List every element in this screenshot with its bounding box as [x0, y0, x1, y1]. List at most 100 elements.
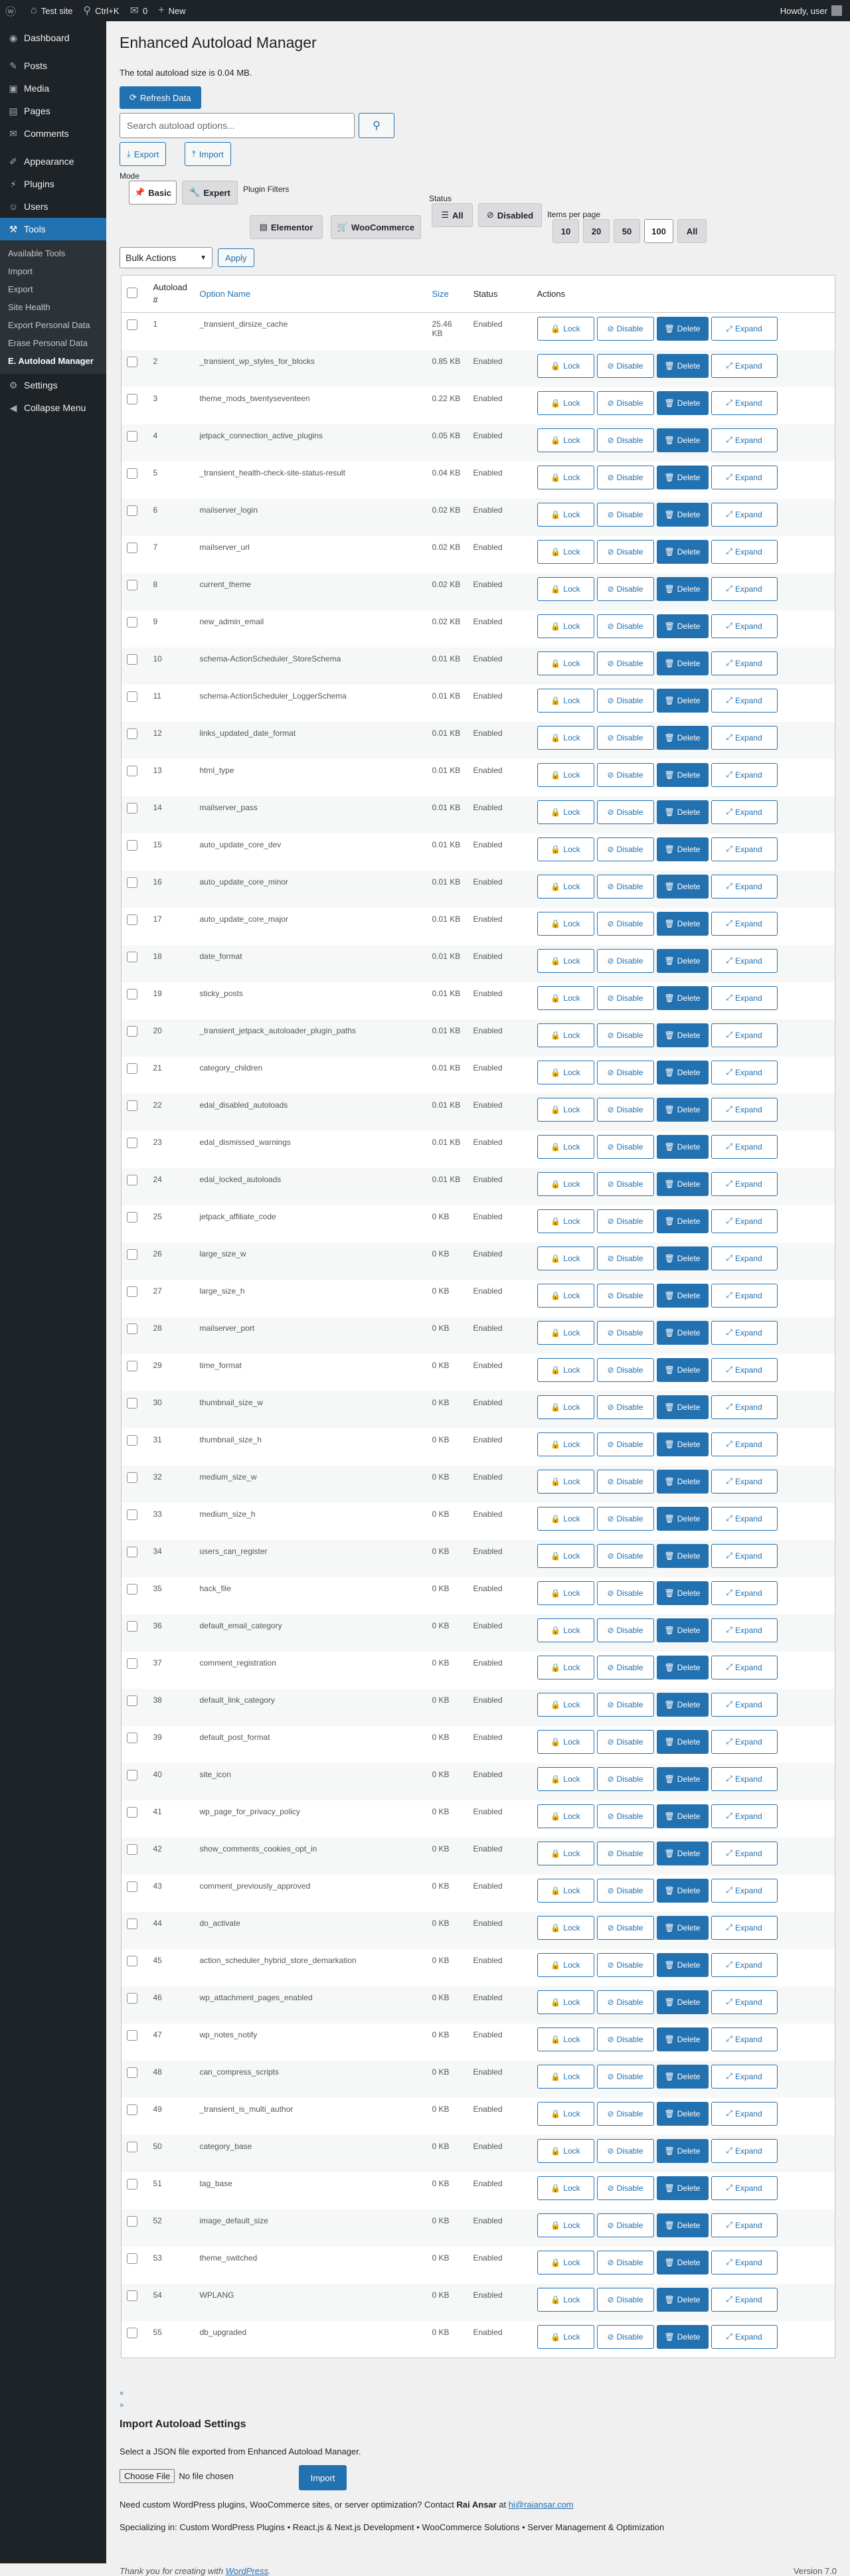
disable-button[interactable]: ⊘ Disable [596, 428, 654, 452]
expand-button[interactable]: ⤢ Expand [711, 651, 778, 675]
delete-button[interactable]: 🗑 Delete [656, 2250, 709, 2275]
disable-button[interactable]: ⊘ Disable [596, 1171, 654, 1196]
row-checkbox[interactable] [127, 1992, 137, 2004]
disable-button[interactable]: ⊘ Disable [596, 986, 654, 1010]
expand-button[interactable]: ⤢ Expand [711, 1023, 778, 1047]
expand-button[interactable]: ⤢ Expand [711, 1841, 778, 1865]
disable-button[interactable]: ⊘ Disable [596, 725, 654, 750]
expand-button[interactable]: ⤢ Expand [711, 1432, 778, 1456]
disable-button[interactable]: ⊘ Disable [596, 1729, 654, 1754]
lock-button[interactable]: 🔒 Lock [537, 390, 594, 415]
expand-button[interactable]: ⤢ Expand [711, 1060, 778, 1084]
row-checkbox[interactable] [127, 802, 137, 814]
delete-button[interactable]: 🗑 Delete [656, 390, 709, 415]
pagination-prev[interactable]: « [120, 2389, 124, 2397]
delete-button[interactable]: 🗑 Delete [656, 986, 709, 1010]
row-checkbox[interactable] [127, 1955, 137, 1966]
expand-button[interactable]: ⤢ Expand [711, 1952, 778, 1977]
row-checkbox[interactable] [127, 1063, 137, 1074]
expand-button[interactable]: ⤢ Expand [711, 1097, 778, 1122]
lock-button[interactable]: 🔒 Lock [537, 2027, 594, 2051]
sidebar-item-settings[interactable]: ⚙ Settings [0, 374, 106, 396]
row-checkbox[interactable] [127, 2029, 137, 2041]
delete-button[interactable]: 🗑 Delete [656, 1692, 709, 1717]
wordpress-link[interactable]: WordPress [226, 2566, 268, 2576]
delete-button[interactable]: 🗑 Delete [656, 2064, 709, 2089]
row-checkbox[interactable] [127, 1658, 137, 1669]
expand-button[interactable]: ⤢ Expand [711, 353, 778, 378]
delete-button[interactable]: 🗑 Delete [656, 1171, 709, 1196]
lock-button[interactable]: 🔒 Lock [537, 911, 594, 936]
row-checkbox[interactable] [127, 1137, 137, 1148]
delete-button[interactable]: 🗑 Delete [656, 1841, 709, 1865]
delete-button[interactable]: 🗑 Delete [656, 353, 709, 378]
lock-button[interactable]: 🔒 Lock [537, 1990, 594, 2014]
lock-button[interactable]: 🔒 Lock [537, 986, 594, 1010]
sidebar-item-tools[interactable]: ⚒ Tools [0, 218, 106, 240]
delete-button[interactable]: 🗑 Delete [656, 1581, 709, 1605]
lock-button[interactable]: 🔒 Lock [537, 1023, 594, 1047]
disable-button[interactable]: ⊘ Disable [596, 1804, 654, 1828]
expand-button[interactable]: ⤢ Expand [711, 2027, 778, 2051]
perpage-all-button[interactable]: All [677, 219, 707, 243]
disable-button[interactable]: ⊘ Disable [596, 1990, 654, 2014]
delete-button[interactable]: 🗑 Delete [656, 1023, 709, 1047]
pagination-next[interactable]: » [120, 2401, 124, 2409]
lock-button[interactable]: 🔒 Lock [537, 1766, 594, 1791]
filter-elementor-button[interactable]: ▤ Elementor [250, 215, 323, 239]
search-input[interactable]: Search autoload options... [120, 113, 355, 138]
disable-button[interactable]: ⊘ Disable [596, 1023, 654, 1047]
row-checkbox[interactable] [127, 2327, 137, 2338]
expand-button[interactable]: ⤢ Expand [711, 2064, 778, 2089]
expand-button[interactable]: ⤢ Expand [711, 1209, 778, 1233]
disable-button[interactable]: ⊘ Disable [596, 353, 654, 378]
lock-button[interactable]: 🔒 Lock [537, 1618, 594, 1642]
row-checkbox[interactable] [127, 1732, 137, 1743]
expand-button[interactable]: ⤢ Expand [711, 2213, 778, 2237]
site-link[interactable]: ⌂ Test site [25, 0, 78, 21]
disable-button[interactable]: ⊘ Disable [596, 614, 654, 638]
refresh-data-button[interactable]: ⟳ Refresh Data [120, 86, 201, 109]
expand-button[interactable]: ⤢ Expand [711, 1692, 778, 1717]
lock-button[interactable]: 🔒 Lock [537, 688, 594, 713]
lock-button[interactable]: 🔒 Lock [537, 725, 594, 750]
perpage-100-button[interactable]: 100 [644, 219, 673, 243]
delete-button[interactable]: 🗑 Delete [656, 1729, 709, 1754]
lock-button[interactable]: 🔒 Lock [537, 353, 594, 378]
row-checkbox[interactable] [127, 1769, 137, 1780]
disable-button[interactable]: ⊘ Disable [596, 1878, 654, 1903]
row-checkbox[interactable] [127, 653, 137, 665]
expand-button[interactable]: ⤢ Expand [711, 725, 778, 750]
delete-button[interactable]: 🗑 Delete [656, 2027, 709, 2051]
expand-button[interactable]: ⤢ Expand [711, 1729, 778, 1754]
apply-button[interactable]: Apply [218, 248, 254, 267]
row-checkbox[interactable] [127, 914, 137, 925]
disable-button[interactable]: ⊘ Disable [596, 1915, 654, 1940]
sort-option-name-link[interactable]: Option Name [200, 289, 251, 299]
expand-button[interactable]: ⤢ Expand [711, 874, 778, 899]
disable-button[interactable]: ⊘ Disable [596, 2287, 654, 2312]
disable-button[interactable]: ⊘ Disable [596, 2064, 654, 2089]
submenu-item-import[interactable]: Import [0, 262, 106, 280]
disable-button[interactable]: ⊘ Disable [596, 539, 654, 564]
row-checkbox[interactable] [127, 579, 137, 590]
disable-button[interactable]: ⊘ Disable [596, 465, 654, 489]
row-checkbox[interactable] [127, 542, 137, 553]
disable-button[interactable]: ⊘ Disable [596, 2101, 654, 2126]
disable-button[interactable]: ⊘ Disable [596, 1766, 654, 1791]
perpage-10-button[interactable]: 10 [552, 219, 579, 243]
lock-button[interactable]: 🔒 Lock [537, 1878, 594, 1903]
delete-button[interactable]: 🗑 Delete [656, 874, 709, 899]
file-input[interactable]: Choose File No file chosen [120, 2469, 234, 2483]
expand-button[interactable]: ⤢ Expand [711, 1320, 778, 1345]
row-checkbox[interactable] [127, 1918, 137, 1929]
lock-button[interactable]: 🔒 Lock [537, 1432, 594, 1456]
delete-button[interactable]: 🗑 Delete [656, 1320, 709, 1345]
delete-button[interactable]: 🗑 Delete [656, 1469, 709, 1494]
disable-button[interactable]: ⊘ Disable [596, 651, 654, 675]
disable-button[interactable]: ⊘ Disable [596, 1395, 654, 1419]
row-checkbox[interactable] [127, 2215, 137, 2227]
row-checkbox[interactable] [127, 616, 137, 628]
disable-button[interactable]: ⊘ Disable [596, 2176, 654, 2200]
disable-button[interactable]: ⊘ Disable [596, 1060, 654, 1084]
